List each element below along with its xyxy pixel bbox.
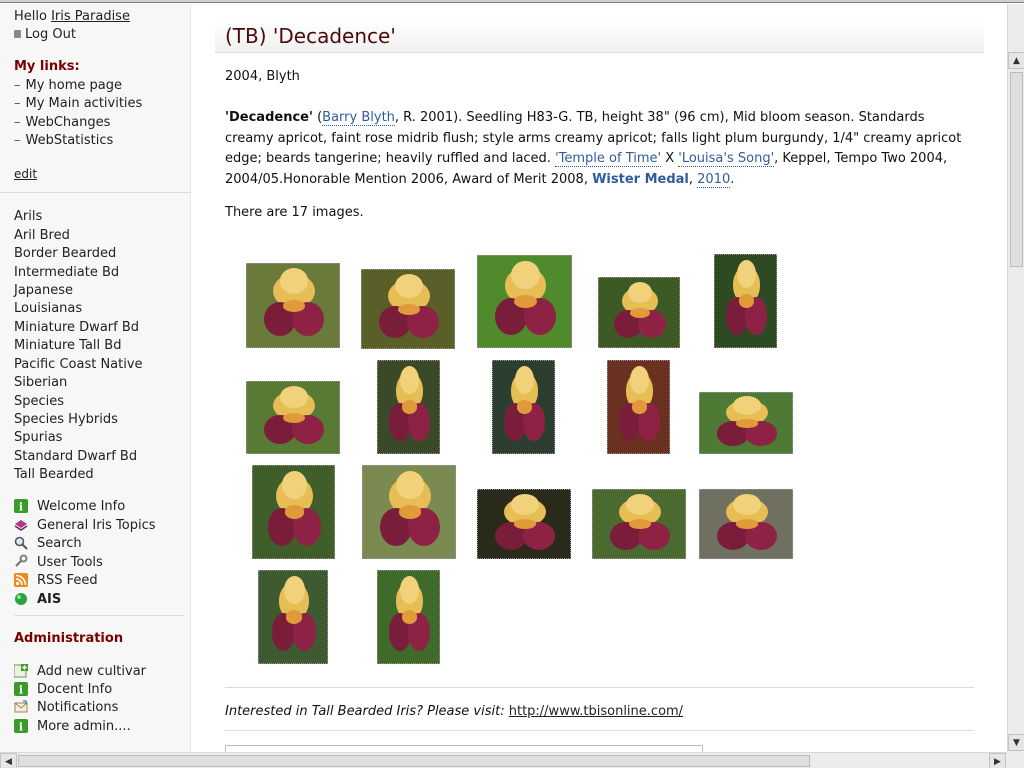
vertical-scrollbar[interactable]: ▲ ▼ — [1007, 4, 1024, 752]
iris-thumbnail[interactable] — [699, 489, 793, 559]
scroll-right-button[interactable]: ▶ — [989, 753, 1006, 768]
tool-rss-feed[interactable]: RSS Feed — [37, 572, 98, 589]
iris-thumbnail[interactable] — [258, 570, 328, 664]
iris-thumbnail[interactable] — [477, 255, 572, 348]
ais-globe-icon — [15, 593, 27, 605]
cultivar-subtitle: 2004, Blyth — [225, 69, 300, 84]
book-icon — [14, 520, 28, 531]
notification-mail-icon — [14, 700, 28, 713]
administration-heading: Administration — [14, 631, 124, 646]
sidebar-divider — [0, 192, 191, 193]
category-japanese[interactable]: Japanese — [14, 282, 73, 299]
my-link-home[interactable]: – My home page — [14, 77, 122, 94]
iris-thumbnail[interactable] — [699, 392, 793, 454]
divider — [225, 730, 974, 731]
admin-more[interactable]: More admin.... — [37, 718, 131, 735]
sidebar-divider — [14, 615, 184, 616]
category-miniature-dwarf-bd[interactable]: Miniature Dwarf Bd — [14, 319, 139, 336]
iris-thumbnail[interactable] — [477, 489, 571, 559]
info-icon: i — [14, 719, 28, 733]
comment-box[interactable] — [225, 745, 703, 752]
cultivar-name: 'Decadence' — [225, 110, 313, 125]
category-standard-dwarf-bd[interactable]: Standard Dwarf Bd — [14, 448, 137, 465]
scroll-up-button[interactable]: ▲ — [1008, 52, 1024, 69]
scroll-corner — [1007, 752, 1024, 768]
tool-welcome-info[interactable]: Welcome Info — [37, 498, 125, 515]
parent2-link[interactable]: 'Louisa's Song' — [678, 151, 775, 167]
tool-general-iris-topics[interactable]: General Iris Topics — [37, 517, 156, 534]
user-profile-link[interactable]: Iris Paradise — [51, 9, 130, 24]
iris-thumbnail[interactable] — [598, 277, 680, 348]
category-miniature-tall-bd[interactable]: Miniature Tall Bd — [14, 337, 121, 354]
my-links-heading: My links: — [14, 59, 80, 74]
category-louisianas[interactable]: Louisianas — [14, 300, 82, 317]
hybridizer-link[interactable]: Barry Blyth — [322, 110, 395, 126]
category-pacific-coast-native[interactable]: Pacific Coast Native — [14, 356, 143, 373]
category-spurias[interactable]: Spurias — [14, 429, 62, 446]
info-icon: i — [14, 499, 28, 513]
iris-thumbnail[interactable] — [377, 570, 440, 664]
image-count: There are 17 images. — [225, 205, 364, 220]
iris-thumbnail[interactable] — [246, 381, 340, 454]
info-icon: i — [14, 682, 28, 696]
sidebar: Hello Iris Paradise Log Out My links: – M… — [0, 4, 191, 752]
horizontal-scroll-thumb[interactable] — [18, 755, 810, 767]
category-tall-bearded[interactable]: Tall Bearded — [14, 466, 94, 483]
iris-thumbnail[interactable] — [252, 465, 335, 559]
iris-thumbnail[interactable] — [362, 465, 456, 559]
greeting-label: Hello — [14, 9, 47, 24]
year-2010-link[interactable]: 2010 — [697, 171, 731, 188]
tool-user-tools[interactable]: User Tools — [37, 554, 103, 571]
scroll-left-button[interactable]: ◀ — [0, 753, 17, 768]
my-link-main-activities[interactable]: – My Main activities — [14, 95, 142, 112]
category-border-bearded[interactable]: Border Bearded — [14, 245, 116, 262]
main-content: (TB) 'Decadence' 2004, Blyth 'Decadence'… — [192, 4, 1007, 752]
admin-add-new-cultivar[interactable]: Add new cultivar — [37, 663, 146, 680]
divider — [225, 687, 974, 688]
category-siberian[interactable]: Siberian — [14, 374, 67, 391]
greeting: Hello Iris Paradise — [14, 8, 130, 25]
wister-medal-link[interactable]: Wister Medal — [592, 172, 689, 187]
footer-note: Interested in Tall Bearded Iris? Please … — [225, 704, 684, 719]
wrench-icon — [15, 554, 28, 567]
logout-link[interactable]: Log Out — [25, 27, 76, 42]
iris-thumbnail[interactable] — [592, 489, 686, 559]
add-icon — [14, 664, 28, 678]
tbis-link[interactable]: http://www.tbisonline.com/ — [509, 704, 683, 719]
parent1-link[interactable]: 'Temple of Time' — [555, 151, 662, 167]
svg-text:i: i — [19, 721, 23, 734]
window-top-border — [0, 0, 1024, 3]
category-aril-bred[interactable]: Aril Bred — [14, 227, 70, 244]
svg-text:i: i — [19, 501, 23, 514]
scroll-down-button[interactable]: ▼ — [1008, 734, 1024, 751]
admin-notifications[interactable]: Notifications — [37, 699, 118, 716]
tool-ais[interactable]: AIS — [37, 591, 61, 608]
lock-icon — [14, 30, 21, 38]
vertical-scroll-thumb[interactable] — [1010, 72, 1023, 267]
admin-docent-info[interactable]: Docent Info — [37, 681, 112, 698]
edit-links[interactable]: edit — [14, 166, 37, 183]
iris-thumbnail[interactable] — [607, 360, 670, 454]
tool-search[interactable]: Search — [37, 535, 82, 552]
category-species-hybrids[interactable]: Species Hybrids — [14, 411, 118, 428]
category-arils[interactable]: Arils — [14, 208, 42, 225]
search-icon — [14, 536, 28, 550]
iris-thumbnail[interactable] — [492, 360, 555, 454]
rss-icon — [14, 573, 28, 587]
svg-text:i: i — [19, 684, 23, 697]
page-title: (TB) 'Decadence' — [225, 24, 396, 48]
my-link-webstatistics[interactable]: – WebStatistics — [14, 132, 113, 149]
iris-thumbnail[interactable] — [377, 360, 440, 454]
iris-thumbnail[interactable] — [361, 269, 455, 349]
logout-row[interactable]: Log Out — [14, 26, 76, 43]
my-link-webchanges[interactable]: – WebChanges — [14, 114, 110, 131]
iris-thumbnail[interactable] — [246, 263, 340, 348]
cultivar-description: 'Decadence' (Barry Blyth, R. 2001). Seed… — [225, 110, 962, 188]
horizontal-scrollbar[interactable]: ◀ ▶ — [0, 752, 1007, 768]
iris-thumbnail[interactable] — [714, 254, 777, 348]
title-bar: (TB) 'Decadence' — [215, 20, 984, 53]
category-intermediate-bd[interactable]: Intermediate Bd — [14, 264, 119, 281]
category-species[interactable]: Species — [14, 393, 64, 410]
